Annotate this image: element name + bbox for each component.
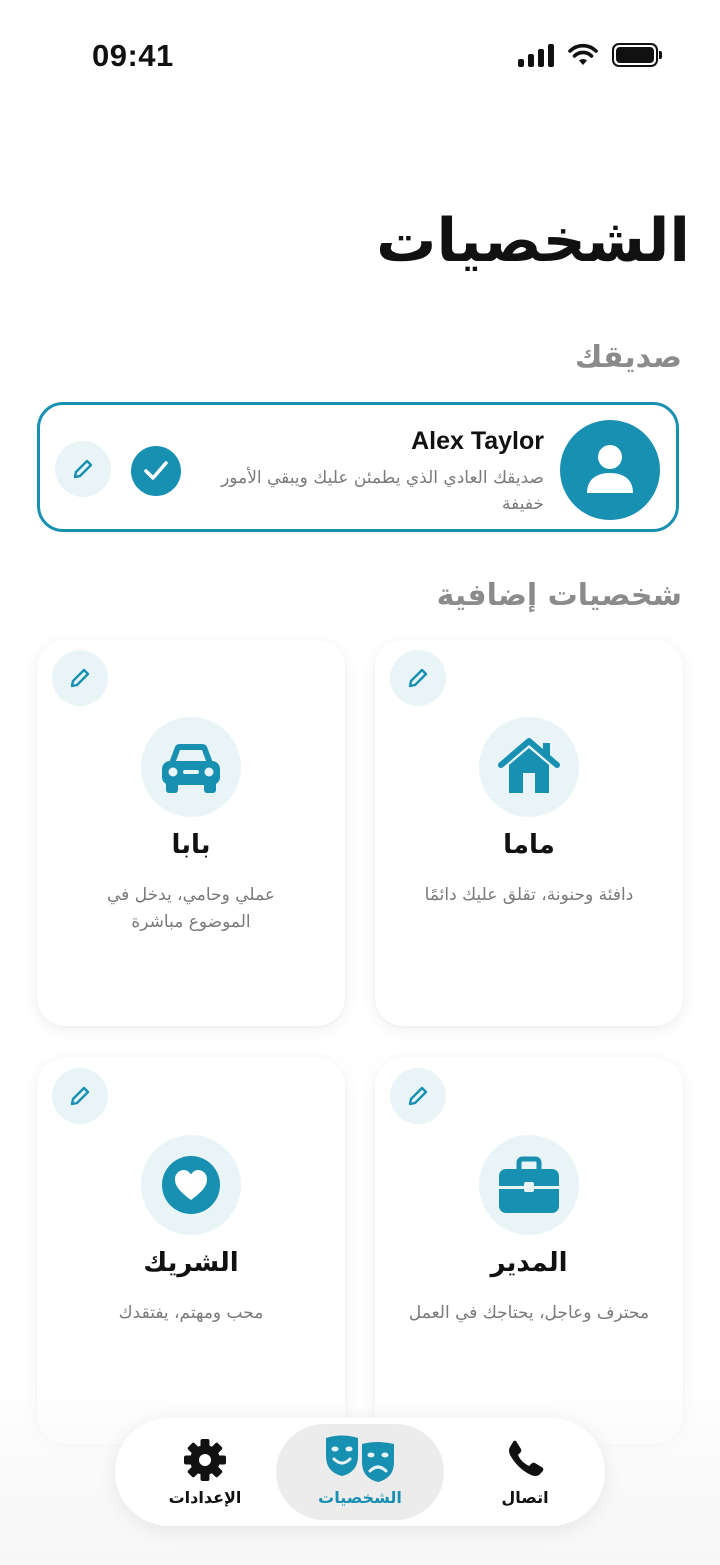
persona-description: محترف وعاجل، يحتاجك في العمل [408,1303,650,1323]
status-icons [518,43,662,67]
edit-persona-button[interactable] [390,650,446,706]
nav-label: الشخصيات [318,1488,402,1507]
persona-icon-circle [141,1135,241,1235]
friend-description: صديقك العادي الذي يطمئن عليك ويبقي الأمو… [221,468,544,514]
pencil-icon [70,1086,90,1106]
nav-item-call[interactable]: اتصال [455,1424,595,1520]
car-icon [162,744,220,793]
battery-icon [612,43,662,67]
page-title: الشخصيات [376,206,690,276]
pencil-icon [408,668,428,688]
checkmark-icon [144,461,168,480]
persona-card-mama[interactable]: ماما دافئة وحنونة، تقلق عليك دائمًا [375,640,683,1026]
house-icon [498,738,560,793]
persona-name: ماما [503,830,555,860]
briefcase-icon [499,1156,559,1213]
status-time: 09:41 [92,38,174,73]
persona-icon-circle [479,717,579,817]
selected-check-button[interactable] [131,446,181,496]
persona-icon-circle [141,717,241,817]
nav-label: اتصال [501,1488,549,1507]
persona-name: الشريك [143,1248,239,1278]
pencil-icon [408,1086,428,1106]
persona-name: بابا [171,830,211,860]
edit-persona-button[interactable] [390,1068,446,1124]
edit-persona-button[interactable] [52,650,108,706]
persona-name: المدير [490,1248,568,1278]
persona-description: عملي وحامي، يدخل في الموضوع مباشرة [107,885,275,932]
user-icon [587,445,633,493]
phone-icon [509,1440,544,1476]
persona-icon-circle [479,1135,579,1235]
pencil-icon [73,459,93,479]
persona-description: محب ومهتم، يفتقدك [118,1303,264,1323]
bottom-navigation: اتصال الشخصيات الإعدادات [115,1418,605,1526]
nav-item-settings[interactable]: الإعدادات [135,1424,275,1520]
extra-section-label: شخصيات إضافية [436,578,682,613]
nav-label: الإعدادات [168,1488,242,1507]
avatar [560,420,660,520]
nav-item-personas[interactable]: الشخصيات [276,1424,444,1520]
persona-card-baba[interactable]: بابا عملي وحامي، يدخل في الموضوع مباشرة [37,640,345,1026]
status-bar: 09:41 [0,0,720,110]
friend-section-label: صديقك [574,340,682,375]
heart-icon [162,1156,220,1214]
edit-persona-button[interactable] [52,1068,108,1124]
wifi-icon [568,43,598,65]
cellular-signal-icon [518,43,554,67]
friend-persona-card[interactable]: Alex Taylor صديقك العادي الذي يطمئن عليك… [37,402,679,532]
edit-friend-button[interactable] [55,441,111,497]
persona-description: دافئة وحنونة، تقلق عليك دائمًا [424,885,634,905]
theater-masks-icon [326,1435,394,1482]
pencil-icon [70,668,90,688]
personas-screen: 09:41 الشخصيات صديقك Alex Taylor صديقك ا… [0,0,720,1565]
gear-icon [184,1439,226,1481]
friend-name: Alex Taylor [411,427,544,455]
